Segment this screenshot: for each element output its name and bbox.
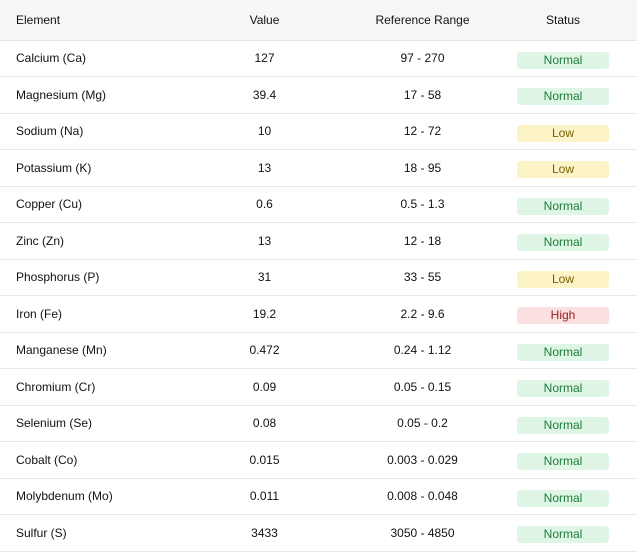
status-cell: Normal [489, 478, 637, 515]
element-name-cell: Magnesium (Mg) [0, 76, 173, 114]
reference-range-cell: 0.008 - 0.048 [356, 478, 489, 515]
value-cell: 39.4 [173, 76, 356, 114]
table-row: Sulfur (S) 3433 3050 - 4850 Normal [0, 514, 637, 552]
status-cell: Normal [489, 441, 637, 479]
status-badge: Low [517, 161, 609, 179]
status-cell: Normal [489, 76, 637, 114]
reference-range-cell: 0.003 - 0.029 [356, 441, 489, 479]
element-name-cell: Iron (Fe) [0, 295, 173, 333]
status-badge: High [517, 307, 609, 325]
value-cell: 0.011 [173, 478, 356, 515]
reference-range-cell: 2.2 - 9.6 [356, 295, 489, 333]
status-cell: Normal [489, 514, 637, 552]
column-header-reference-range: Reference Range [356, 0, 489, 41]
table-row: Selenium (Se) 0.08 0.05 - 0.2 Normal [0, 405, 637, 442]
element-name-cell: Potassium (K) [0, 149, 173, 187]
mineral-results-table: Element Value Reference Range Status Cal… [0, 0, 637, 552]
table-header: Element Value Reference Range Status [0, 0, 637, 41]
header-row: Element Value Reference Range Status [0, 0, 637, 41]
status-cell: Normal [489, 40, 637, 77]
status-badge: Normal [517, 197, 609, 215]
element-name-cell: Phosphorus (P) [0, 259, 173, 296]
status-cell: Normal [489, 405, 637, 442]
value-cell: 13 [173, 149, 356, 187]
table-row: Phosphorus (P) 31 33 - 55 Low [0, 259, 637, 296]
status-cell: Normal [489, 332, 637, 369]
status-cell: Normal [489, 368, 637, 406]
status-cell: Low [489, 113, 637, 150]
table-row: Magnesium (Mg) 39.4 17 - 58 Normal [0, 76, 637, 114]
reference-range-cell: 3050 - 4850 [356, 514, 489, 552]
value-cell: 19.2 [173, 295, 356, 333]
element-name-cell: Manganese (Mn) [0, 332, 173, 369]
status-cell: Low [489, 259, 637, 296]
element-name-cell: Sulfur (S) [0, 514, 173, 552]
reference-range-cell: 18 - 95 [356, 149, 489, 187]
table-body: Calcium (Ca) 127 97 - 270 Normal Magnesium (… [0, 40, 637, 552]
reference-range-cell: 97 - 270 [356, 40, 489, 77]
status-badge: Normal [517, 489, 609, 507]
value-cell: 31 [173, 259, 356, 296]
element-name-cell: Molybdenum (Mo) [0, 478, 173, 515]
table-row: Calcium (Ca) 127 97 - 270 Normal [0, 40, 637, 77]
table-row: Chromium (Cr) 0.09 0.05 - 0.15 Normal [0, 368, 637, 406]
status-badge: Normal [517, 88, 609, 106]
column-header-element: Element [0, 0, 173, 41]
reference-range-cell: 12 - 18 [356, 222, 489, 260]
status-cell: Normal [489, 186, 637, 223]
status-cell: High [489, 295, 637, 333]
table-row: Sodium (Na) 10 12 - 72 Low [0, 113, 637, 150]
status-badge: Low [517, 270, 609, 288]
element-name-cell: Chromium (Cr) [0, 368, 173, 406]
value-cell: 0.09 [173, 368, 356, 406]
element-name-cell: Copper (Cu) [0, 186, 173, 223]
status-badge: Normal [517, 416, 609, 434]
table-row: Zinc (Zn) 13 12 - 18 Normal [0, 222, 637, 260]
element-name-cell: Selenium (Se) [0, 405, 173, 442]
value-cell: 10 [173, 113, 356, 150]
value-cell: 0.08 [173, 405, 356, 442]
value-cell: 3433 [173, 514, 356, 552]
status-badge: Normal [517, 526, 609, 544]
status-cell: Low [489, 149, 637, 187]
value-cell: 0.6 [173, 186, 356, 223]
table-row: Potassium (K) 13 18 - 95 Low [0, 149, 637, 187]
reference-range-cell: 0.24 - 1.12 [356, 332, 489, 369]
table-row: Manganese (Mn) 0.472 0.24 - 1.12 Normal [0, 332, 637, 369]
element-name-cell: Zinc (Zn) [0, 222, 173, 260]
element-name-cell: Calcium (Ca) [0, 40, 173, 77]
column-header-value: Value [173, 0, 356, 41]
results-table-container: Element Value Reference Range Status Cal… [0, 0, 637, 552]
table-row: Cobalt (Co) 0.015 0.003 - 0.029 Normal [0, 441, 637, 479]
value-cell: 0.015 [173, 441, 356, 479]
value-cell: 13 [173, 222, 356, 260]
status-badge: Normal [517, 380, 609, 398]
status-badge: Normal [517, 51, 609, 69]
value-cell: 0.472 [173, 332, 356, 369]
status-badge: Normal [517, 453, 609, 471]
status-badge: Normal [517, 234, 609, 252]
reference-range-cell: 0.5 - 1.3 [356, 186, 489, 223]
table-row: Molybdenum (Mo) 0.011 0.008 - 0.048 Normal [0, 478, 637, 515]
table-row: Iron (Fe) 19.2 2.2 - 9.6 High [0, 295, 637, 333]
element-name-cell: Cobalt (Co) [0, 441, 173, 479]
reference-range-cell: 33 - 55 [356, 259, 489, 296]
reference-range-cell: 17 - 58 [356, 76, 489, 114]
reference-range-cell: 12 - 72 [356, 113, 489, 150]
reference-range-cell: 0.05 - 0.2 [356, 405, 489, 442]
table-row: Copper (Cu) 0.6 0.5 - 1.3 Normal [0, 186, 637, 223]
reference-range-cell: 0.05 - 0.15 [356, 368, 489, 406]
element-name-cell: Sodium (Na) [0, 113, 173, 150]
column-header-status: Status [489, 0, 637, 41]
status-badge: Normal [517, 343, 609, 361]
status-cell: Normal [489, 222, 637, 260]
value-cell: 127 [173, 40, 356, 77]
status-badge: Low [517, 124, 609, 142]
